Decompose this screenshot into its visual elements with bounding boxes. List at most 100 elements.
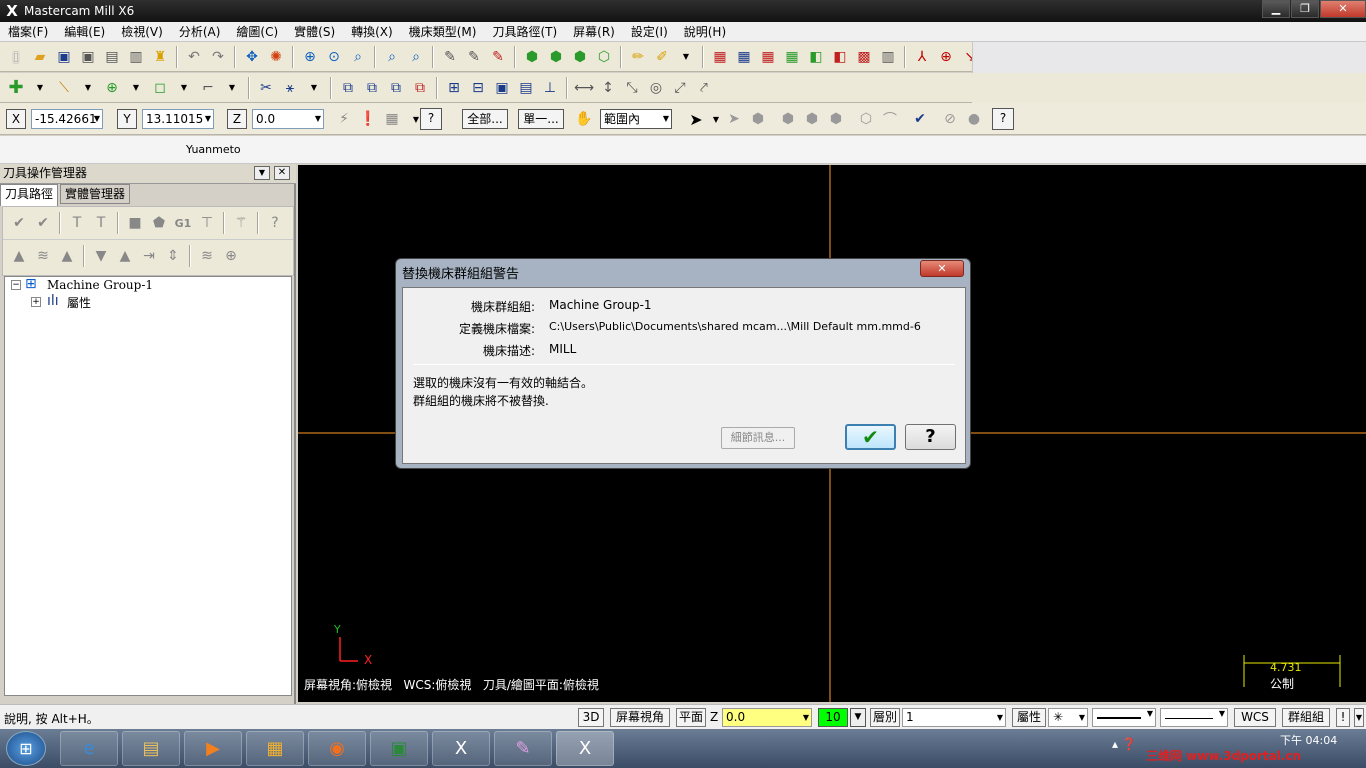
- solid-body-icon[interactable]: ⬢: [777, 108, 799, 130]
- undo-icon[interactable]: ↶: [183, 46, 205, 68]
- redo-icon[interactable]: ↷: [207, 46, 229, 68]
- y-coordinate-field[interactable]: 13.11015 ▼: [142, 109, 214, 129]
- dropdown-arrow-icon[interactable]: ▼: [29, 77, 51, 99]
- ops-help-icon[interactable]: ?: [264, 212, 286, 234]
- regenerate-icon[interactable]: T: [66, 212, 88, 234]
- maximize-button[interactable]: ❐: [1291, 0, 1319, 18]
- dropdown-arrow-icon[interactable]: ▼: [173, 77, 195, 99]
- minimize-button[interactable]: ▁: [1262, 0, 1290, 18]
- expand-tree-icon[interactable]: +: [31, 297, 41, 307]
- print-icon[interactable]: ▤: [101, 46, 123, 68]
- solid-face-icon[interactable]: ⬢: [747, 108, 769, 130]
- file-explorer-icon[interactable]: ▤: [122, 731, 180, 766]
- cursor-arrow-icon[interactable]: ➤: [685, 108, 707, 130]
- analyze-icon-3[interactable]: ⤡: [621, 77, 643, 99]
- wcs-icon-1[interactable]: ⊞: [443, 77, 465, 99]
- close-window-button[interactable]: ✕: [1320, 0, 1366, 18]
- multi-pencil-icon[interactable]: ✐: [651, 46, 673, 68]
- media-player-icon[interactable]: ▶: [184, 731, 242, 766]
- analyze-icon-2[interactable]: ↕: [597, 77, 619, 99]
- solid-loop-icon[interactable]: ⬡: [855, 108, 877, 130]
- panel-menu-icon[interactable]: ▼: [254, 166, 270, 180]
- attributes-button[interactable]: 屬性: [1012, 708, 1046, 727]
- menu-view[interactable]: 檢視(V): [113, 23, 171, 40]
- analyze-icon-4[interactable]: ◎: [645, 77, 667, 99]
- picture-viewer-icon[interactable]: ▦: [246, 731, 304, 766]
- plane-button[interactable]: 平面: [676, 708, 706, 727]
- rectangle-create-icon[interactable]: ◻: [149, 77, 171, 99]
- screen-view-button[interactable]: 屏幕視角: [610, 708, 670, 727]
- line-width-dropdown[interactable]: ▼: [1160, 708, 1228, 727]
- selection-mode-dropdown[interactable]: 範圍內 ▼: [600, 109, 672, 129]
- paste-icon[interactable]: ♜: [149, 46, 171, 68]
- tab-toolpaths[interactable]: 刀具路徑: [0, 184, 59, 206]
- open-file-icon[interactable]: ▰: [29, 46, 51, 68]
- circle-create-icon[interactable]: ⊕: [101, 77, 123, 99]
- wcs-icon-5[interactable]: ⊥: [539, 77, 561, 99]
- ball-icon[interactable]: ●: [963, 108, 985, 130]
- menu-machine-type[interactable]: 機床類型(M): [401, 23, 485, 40]
- scroll-icon[interactable]: ⇕: [162, 245, 184, 267]
- new-file-icon[interactable]: ▯: [5, 46, 27, 68]
- zoom-target-icon[interactable]: ⌕: [347, 46, 369, 68]
- move-down-icon[interactable]: ▼: [90, 245, 112, 267]
- save-icon[interactable]: ▣: [53, 46, 75, 68]
- fast-point-icon[interactable]: ⚡: [333, 108, 355, 130]
- menu-edit[interactable]: 編輯(E): [56, 23, 113, 40]
- menu-solids[interactable]: 實體(S): [286, 23, 343, 40]
- menu-analyze[interactable]: 分析(A): [171, 23, 229, 40]
- excel-icon[interactable]: ▣: [370, 731, 428, 766]
- add-point-icon[interactable]: ✚: [5, 77, 27, 99]
- lock-icon[interactable]: ▲: [8, 245, 30, 267]
- solid-feature-icon[interactable]: ⌒: [879, 108, 901, 130]
- only-display-icon[interactable]: ≋: [196, 245, 218, 267]
- solid-edge-icon[interactable]: ⬢: [801, 108, 823, 130]
- internet-explorer-icon[interactable]: e: [60, 731, 118, 766]
- g1-icon[interactable]: G1: [172, 212, 194, 234]
- firefox-icon[interactable]: ◉: [308, 731, 366, 766]
- line-icon[interactable]: ↘: [959, 46, 972, 68]
- select-arrow-icon[interactable]: ➤: [723, 108, 745, 130]
- autocursor-config-icon[interactable]: ▦: [381, 108, 403, 130]
- y-label-button[interactable]: Y: [117, 109, 137, 129]
- dropdown-arrow-icon[interactable]: ▼: [675, 46, 697, 68]
- ok-button[interactable]: ✔: [845, 424, 896, 450]
- zoom-out-icon[interactable]: ⌕: [405, 46, 427, 68]
- backplot-icon[interactable]: ■: [124, 212, 146, 234]
- exclaim-icon[interactable]: ❗: [357, 108, 379, 130]
- menu-create[interactable]: 繪圖(C): [228, 23, 286, 40]
- save-as-icon[interactable]: ▣: [77, 46, 99, 68]
- xform-icon-2[interactable]: ⧉: [361, 77, 383, 99]
- wcs-icon-2[interactable]: ⊟: [467, 77, 489, 99]
- menu-settings[interactable]: 設定(I): [623, 23, 676, 40]
- tree-properties[interactable]: 屬性: [67, 294, 91, 311]
- wireframe-icon[interactable]: ✎: [463, 46, 485, 68]
- toggle-post-icon[interactable]: ▲: [56, 245, 78, 267]
- xform-icon-4[interactable]: ⧉: [409, 77, 431, 99]
- select-all-button[interactable]: 全部...: [462, 109, 508, 129]
- post-icon[interactable]: ⊤: [196, 212, 218, 234]
- color-dropdown-icon[interactable]: ▼: [850, 708, 866, 727]
- fillet-icon[interactable]: ⌐: [197, 77, 219, 99]
- top-view-icon[interactable]: ⬢: [545, 46, 567, 68]
- color-field[interactable]: 10: [818, 708, 848, 727]
- details-button[interactable]: 細節訊息...: [721, 427, 795, 449]
- verify-selection-icon[interactable]: ✋: [573, 108, 595, 130]
- iso-view-icon[interactable]: ⬢: [521, 46, 543, 68]
- menu-xform[interactable]: 轉換(X): [343, 23, 401, 40]
- xform-icon-3[interactable]: ⧉: [385, 77, 407, 99]
- dropdown-arrow-icon[interactable]: ▼: [303, 77, 325, 99]
- toggle-display-icon[interactable]: ≋: [32, 245, 54, 267]
- dropdown-arrow-icon[interactable]: ▼: [221, 77, 243, 99]
- line-style-dropdown[interactable]: ▼: [1092, 708, 1156, 727]
- z-coordinate-field[interactable]: 0.0 ▼: [252, 109, 324, 129]
- pan-icon[interactable]: ✥: [241, 46, 263, 68]
- trim-icon[interactable]: ✂: [255, 77, 277, 99]
- verify-icon[interactable]: ✔: [909, 108, 931, 130]
- tray-icons[interactable]: ▴ ❓: [1112, 737, 1137, 751]
- select-all-ops-icon[interactable]: ✔: [8, 212, 30, 234]
- point-icon[interactable]: ⅄: [911, 46, 933, 68]
- machine-icon-7[interactable]: ▩: [853, 46, 875, 68]
- 3d-button[interactable]: 3D: [578, 708, 604, 727]
- level-field[interactable]: 1 ▼: [902, 708, 1006, 727]
